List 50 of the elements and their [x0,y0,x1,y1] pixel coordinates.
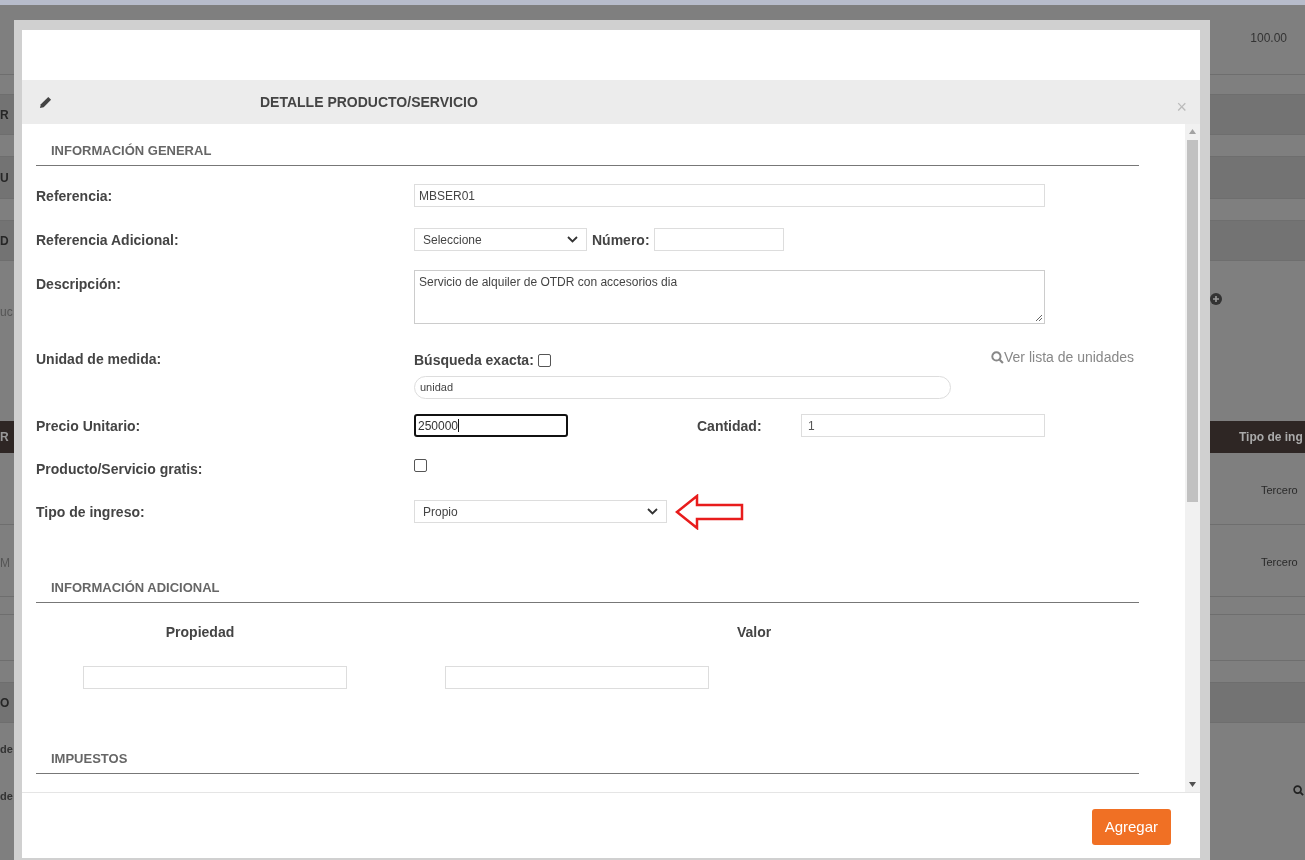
field-label: Búsqueda exacta: [414,352,534,368]
table-cell: Tercero [1261,484,1298,496]
select-field[interactable]: Propio [414,500,667,523]
field-label: Descripción: [36,276,121,292]
plus-circle-icon[interactable] [1210,293,1222,305]
value-field[interactable] [445,666,709,689]
field-label: Tipo de ingreso: [36,503,145,520]
chevron-down-icon [567,236,578,243]
background-text: R [0,106,9,124]
checkbox[interactable] [537,353,551,367]
field-label: Referencia Adicional: [36,231,179,248]
background-text: 100.00 [1250,30,1287,47]
price-field[interactable]: 250000 [414,414,568,437]
background-text: de [0,788,13,804]
units-list-link[interactable]: Ver lista de unidades [991,346,1134,368]
text-field[interactable]: MBSER01 [414,184,1045,207]
field-label: Producto/Servicio gratis: [36,461,203,477]
section-title: INFORMACIÓN ADICIONAL [51,580,220,596]
chevron-down-icon [647,508,658,515]
section-title: INFORMACIÓN GENERAL [51,143,212,159]
background-text: D [0,232,9,250]
search-icon[interactable] [1293,785,1304,796]
left-arrow-icon [675,493,745,530]
field-label: Cantidad: [697,417,763,434]
description-textarea[interactable]: Servicio de alquiler de OTDR con accesorios dia [414,270,1045,324]
section-title: IMPUESTOS [51,751,128,767]
pencil-icon [39,95,52,109]
background-text: O [0,694,10,712]
quantity-field[interactable]: 1 [801,414,1045,437]
table-header: Tipo de ing [1239,429,1304,446]
field-label: Unidad de medida: [36,351,162,367]
column-header: Propiedad [165,624,235,640]
background-text: U [0,169,9,187]
select-field[interactable]: Seleccione [414,228,587,251]
scroll-up-icon[interactable] [1189,129,1196,134]
checkbox[interactable] [414,458,427,472]
scroll-down-icon[interactable] [1189,782,1196,787]
search-icon [991,350,1004,364]
table-cell: Tercero [1261,556,1298,568]
column-header: Valor [737,624,772,640]
dialog-title: DETALLE PRODUCTO/SERVICIO [260,92,478,112]
field-label: Precio Unitario: [36,417,141,434]
background-text: de [0,742,13,757]
scrollbar[interactable] [1185,124,1200,792]
property-field[interactable] [83,666,347,689]
field-label: Número: [592,231,650,248]
background-text: R [0,429,9,446]
field-label: Referencia: [36,187,113,204]
resize-handle-icon[interactable] [1035,314,1043,322]
number-field[interactable] [653,228,784,251]
